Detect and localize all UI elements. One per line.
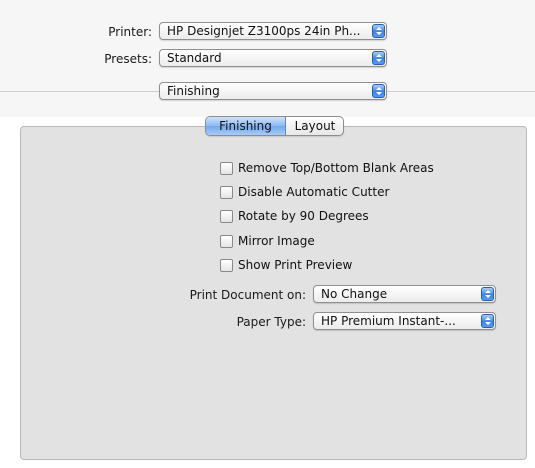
popup-arrows-icon: [372, 24, 385, 38]
tab-layout[interactable]: Layout: [287, 117, 343, 135]
pane-value: Finishing: [167, 84, 220, 98]
rotate-90-label: Rotate by 90 Degrees: [238, 209, 369, 223]
show-print-preview-label: Show Print Preview: [238, 258, 353, 272]
print-document-on-value: No Change: [321, 287, 388, 301]
tab-control: Finishing Layout: [205, 116, 344, 136]
mirror-image-label: Mirror Image: [238, 234, 315, 248]
presets-popup[interactable]: Standard: [159, 49, 387, 67]
show-print-preview-checkbox[interactable]: [220, 259, 233, 272]
rotate-90-checkbox[interactable]: [220, 210, 233, 223]
tab-finishing[interactable]: Finishing: [206, 117, 286, 135]
popup-arrows-icon: [481, 287, 494, 301]
pane-popup[interactable]: Finishing: [159, 82, 387, 100]
print-document-on-label: Print Document on:: [189, 288, 306, 302]
paper-type-label: Paper Type:: [236, 315, 306, 329]
paper-type-value: HP Premium Instant-...: [321, 314, 456, 328]
remove-blank-areas-checkbox[interactable]: [220, 162, 233, 175]
paper-type-popup[interactable]: HP Premium Instant-...: [313, 312, 496, 330]
presets-label: Presets:: [104, 52, 152, 66]
remove-blank-areas-label: Remove Top/Bottom Blank Areas: [238, 161, 434, 175]
popup-arrows-icon: [372, 84, 385, 98]
printer-label: Printer:: [108, 25, 152, 39]
print-document-on-popup[interactable]: No Change: [313, 285, 496, 303]
popup-arrows-icon: [481, 314, 494, 328]
popup-arrows-icon: [372, 51, 385, 65]
disable-cutter-checkbox[interactable]: [220, 186, 233, 199]
printer-value: HP Designjet Z3100ps 24in Ph...: [167, 24, 361, 38]
printer-popup[interactable]: HP Designjet Z3100ps 24in Ph...: [159, 22, 387, 40]
presets-value: Standard: [167, 51, 222, 65]
disable-cutter-label: Disable Automatic Cutter: [238, 185, 390, 199]
mirror-image-checkbox[interactable]: [220, 235, 233, 248]
